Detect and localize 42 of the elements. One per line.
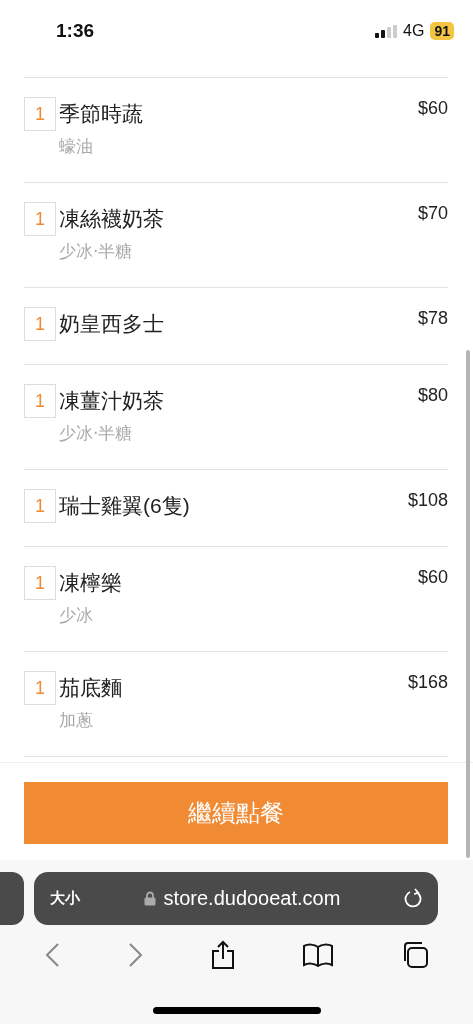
url-text: store.dudooeat.com — [163, 887, 341, 910]
item-price: $60 — [417, 98, 448, 119]
quantity-field[interactable]: 1 — [24, 384, 56, 418]
item-price: $108 — [407, 490, 448, 511]
item-name: 奶皇西多士 — [59, 311, 165, 337]
item-note: 加蔥 — [59, 710, 93, 732]
previous-tab[interactable] — [0, 872, 24, 925]
quantity-field[interactable]: 1 — [24, 97, 56, 131]
battery-level: 91 — [430, 22, 454, 40]
item-note: 少冰 — [59, 605, 93, 627]
address-bar[interactable]: 大小 store.dudooeat.com — [34, 872, 438, 925]
item-name: 凍檸樂 — [59, 570, 123, 596]
quantity-field[interactable]: 1 — [24, 307, 56, 341]
item-price: $78 — [417, 308, 448, 329]
item-name: 季節時蔬 — [59, 101, 144, 127]
share-icon[interactable] — [211, 940, 236, 970]
item-name: 凍薑汁奶茶 — [59, 388, 165, 414]
quantity-field[interactable]: 1 — [24, 671, 56, 705]
text-size-button[interactable]: 大小 — [50, 889, 80, 908]
item-note: 蠔油 — [59, 136, 93, 158]
continue-ordering-button[interactable]: 繼續點餐 — [24, 782, 448, 844]
item-price: $80 — [417, 385, 448, 406]
tabs-icon[interactable] — [401, 941, 430, 969]
clock-time: 1:36 — [56, 20, 95, 42]
quantity-field[interactable]: 1 — [24, 566, 56, 600]
item-name: 凍絲襪奶茶 — [59, 206, 165, 232]
quantity-field[interactable]: 1 — [24, 202, 56, 236]
item-note: 少冰‧半糖 — [59, 241, 133, 263]
item-note: 少冰‧半糖 — [59, 423, 133, 445]
item-price: $60 — [417, 567, 448, 588]
quantity-field[interactable]: 1 — [24, 489, 56, 523]
item-price: $168 — [407, 672, 448, 693]
reload-icon[interactable] — [404, 888, 424, 909]
forward-icon[interactable] — [127, 942, 144, 968]
book-icon[interactable] — [303, 943, 334, 967]
signal-icon — [375, 24, 398, 38]
lock-icon — [143, 891, 156, 906]
item-name: 茄底麵 — [59, 675, 123, 701]
item-name: 瑞士雞翼(6隻) — [59, 493, 191, 519]
item-price: $70 — [417, 203, 448, 224]
network-label: 4G — [403, 22, 425, 40]
back-icon[interactable] — [43, 942, 60, 968]
